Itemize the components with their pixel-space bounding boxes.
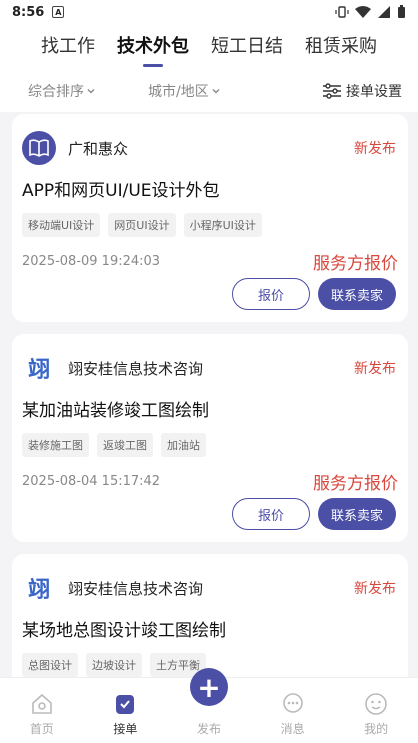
quote-type: 服务方报价: [313, 474, 398, 494]
tab-find-job[interactable]: 找工作: [41, 32, 95, 58]
chevron-down-icon: [212, 89, 220, 94]
nav-home-label: 首页: [29, 722, 54, 736]
post-time: 2025-08-04 15:17:42: [22, 474, 161, 489]
tab-rental-purchase[interactable]: 租赁采购: [305, 32, 377, 58]
company-name: 广和惠众: [68, 139, 129, 158]
status-badge: 新发布: [354, 361, 396, 377]
job-title: APP和网页UI/UE设计外包: [22, 181, 220, 201]
company-logo-book-icon: [22, 131, 56, 165]
job-card[interactable]: 广和惠众 新发布 APP和网页UI/UE设计外包 移动端UI设计 网页UI设计 …: [12, 114, 408, 322]
vibrate-icon: [335, 6, 349, 18]
sort-dropdown[interactable]: 综合排序: [28, 81, 96, 101]
chevron-down-icon: [87, 89, 95, 94]
nav-orders[interactable]: 接单: [84, 678, 168, 743]
filter-bar: 综合排序 城市/地区 接单设置: [0, 70, 418, 112]
status-icons: [335, 5, 406, 19]
nav-home[interactable]: 首页: [0, 678, 84, 743]
status-bar: 8:56 A: [0, 0, 418, 24]
tag-list: 移动端UI设计 网页UI设计 小程序UI设计: [12, 201, 408, 237]
tag: 网页UI设计: [108, 213, 176, 237]
profile-icon: [364, 692, 388, 716]
nav-profile-label: 我的: [364, 722, 389, 736]
order-settings-label: 接单设置: [346, 84, 402, 100]
top-tab-bar: 找工作 技术外包 短工日结 租赁采购: [0, 24, 418, 70]
contact-seller-button[interactable]: 联系卖家: [318, 498, 396, 530]
status-time: 8:56: [12, 4, 45, 20]
publish-fab-plus-icon[interactable]: +: [190, 668, 228, 706]
company-name: 翊安桂信息技术咨询: [68, 359, 204, 378]
tab-tech-outsourcing[interactable]: 技术外包: [117, 32, 189, 58]
city-label: 城市/地区: [148, 84, 209, 100]
tag: 总图设计: [22, 653, 78, 677]
sort-label: 综合排序: [28, 84, 84, 100]
tag: 边坡设计: [86, 653, 142, 677]
nav-messages-label: 消息: [280, 722, 305, 736]
tag: 加油站: [161, 433, 206, 457]
quote-button[interactable]: 报价: [232, 498, 310, 530]
tag: 返竣工图: [97, 433, 153, 457]
company-logo: 翊: [27, 578, 50, 603]
notification-a-icon: A: [52, 6, 65, 18]
company-name: 翊安桂信息技术咨询: [68, 579, 204, 598]
post-time: 2025-08-09 19:24:03: [22, 254, 161, 269]
tag: 装修施工图: [22, 433, 89, 457]
tag: 移动端UI设计: [22, 213, 101, 237]
order-settings-button[interactable]: 接单设置: [322, 81, 402, 101]
sliders-icon: [323, 83, 341, 99]
nav-orders-label: 接单: [113, 722, 138, 736]
battery-icon: [398, 5, 405, 18]
order-icon: [113, 692, 137, 716]
message-icon: [281, 692, 305, 716]
nav-publish-label: 发布: [196, 722, 221, 736]
job-card[interactable]: 翊 翊安桂信息技术咨询 新发布 某加油站装修竣工图绘制 装修施工图 返竣工图 加…: [12, 334, 408, 542]
company-logo: 翊: [27, 358, 50, 383]
status-badge: 新发布: [354, 141, 396, 157]
city-dropdown[interactable]: 城市/地区: [148, 81, 221, 101]
tag-list: 装修施工图 返竣工图 加油站: [12, 421, 408, 457]
nav-profile[interactable]: 我的: [334, 678, 418, 743]
signal-icon: [378, 6, 390, 18]
job-title: 某加油站装修竣工图绘制: [22, 401, 209, 421]
status-badge: 新发布: [354, 581, 396, 597]
quote-type: 服务方报价: [313, 254, 398, 274]
tag: 小程序UI设计: [183, 213, 262, 237]
quote-button[interactable]: 报价: [232, 278, 310, 310]
wifi-icon: [355, 6, 371, 18]
tab-short-term-work[interactable]: 短工日结: [211, 32, 283, 58]
nav-messages[interactable]: 消息: [251, 678, 335, 743]
contact-seller-button[interactable]: 联系卖家: [318, 278, 396, 310]
home-icon: [30, 692, 54, 716]
job-title: 某场地总图设计竣工图绘制: [22, 621, 226, 641]
